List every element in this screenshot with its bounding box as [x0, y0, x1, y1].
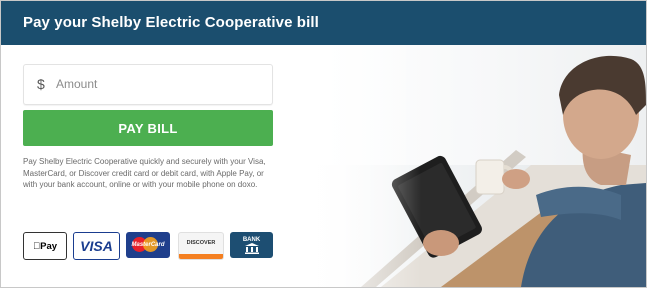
amount-input[interactable] — [56, 75, 256, 93]
photo-fade — [301, 45, 421, 287]
payment-widget: Pay your Shelby Electric Cooperative bil… — [0, 0, 647, 288]
visa-label: VISA — [80, 238, 113, 254]
coffee-cup — [475, 159, 505, 195]
hand-cup — [502, 169, 530, 189]
payment-description: Pay Shelby Electric Cooperative quickly … — [23, 157, 266, 189]
apple-pay-label: Pay — [33, 240, 57, 252]
dollar-sign: $ — [37, 76, 45, 92]
apple-pay-icon: Pay — [23, 232, 67, 260]
bank-icon: BANK — [230, 232, 273, 258]
hand-phone — [423, 230, 459, 256]
discover-label: DISCOVER — [186, 240, 216, 246]
hero-photo — [301, 45, 646, 287]
header-bar: Pay your Shelby Electric Cooperative bil… — [1, 1, 646, 45]
discover-stripe — [179, 254, 223, 259]
page-title: Pay your Shelby Electric Cooperative bil… — [23, 14, 319, 31]
discover-icon: DISCOVER — [178, 232, 224, 260]
mastercard-icon: MasterCard — [126, 232, 170, 258]
amount-field[interactable]: $ — [23, 64, 273, 105]
bank-building-icon — [244, 242, 259, 254]
visa-icon: VISA — [73, 232, 120, 260]
mastercard-label: MasterCard — [131, 242, 165, 248]
pay-bill-button[interactable]: PAY BILL — [23, 110, 273, 146]
